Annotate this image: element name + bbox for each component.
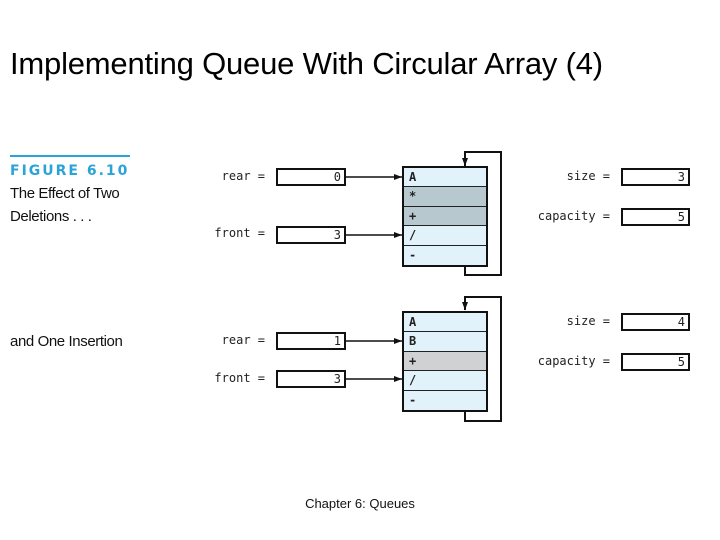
array-cell: / bbox=[404, 226, 486, 246]
size-label: size = bbox=[566, 169, 610, 183]
array-cell: - bbox=[404, 245, 486, 265]
circular-array: A B + / - bbox=[402, 311, 488, 412]
array-cell: A bbox=[404, 168, 486, 188]
rear-value-box: 0 bbox=[276, 168, 346, 186]
figure-caption-line2: Deletions . . . bbox=[10, 208, 92, 225]
rear-value-box: 1 bbox=[276, 332, 346, 350]
array-cell: + bbox=[404, 351, 486, 372]
front-label: front = bbox=[214, 371, 265, 385]
capacity-value-box: 5 bbox=[621, 208, 690, 226]
rear-label: rear = bbox=[221, 333, 265, 347]
figure-label: FIGURE 6.10 bbox=[10, 163, 130, 179]
size-value-box: 3 bbox=[621, 168, 690, 186]
capacity-label: capacity = bbox=[537, 209, 610, 223]
rear-label: rear = bbox=[221, 169, 265, 183]
slide-title: Implementing Queue With Circular Array (… bbox=[10, 46, 603, 81]
front-value-box: 3 bbox=[276, 226, 346, 244]
array-cell: A bbox=[404, 313, 486, 333]
size-value-box: 4 bbox=[621, 313, 690, 331]
front-value-box: 3 bbox=[276, 370, 346, 388]
array-cell: + bbox=[404, 206, 486, 227]
capacity-value-box: 5 bbox=[621, 353, 690, 371]
array-cell: / bbox=[404, 371, 486, 391]
figure-rule bbox=[10, 155, 130, 157]
figure-caption-line3: and One Insertion bbox=[10, 333, 123, 350]
slide-footer: Chapter 6: Queues bbox=[305, 496, 415, 511]
figure-caption-line1: The Effect of Two bbox=[10, 185, 120, 202]
array-cell: B bbox=[404, 332, 486, 352]
array-cell: * bbox=[404, 187, 486, 207]
circular-array: A * + / - bbox=[402, 166, 488, 267]
front-label: front = bbox=[214, 226, 265, 240]
size-label: size = bbox=[566, 314, 610, 328]
capacity-label: capacity = bbox=[537, 354, 610, 368]
array-cell: - bbox=[404, 390, 486, 410]
